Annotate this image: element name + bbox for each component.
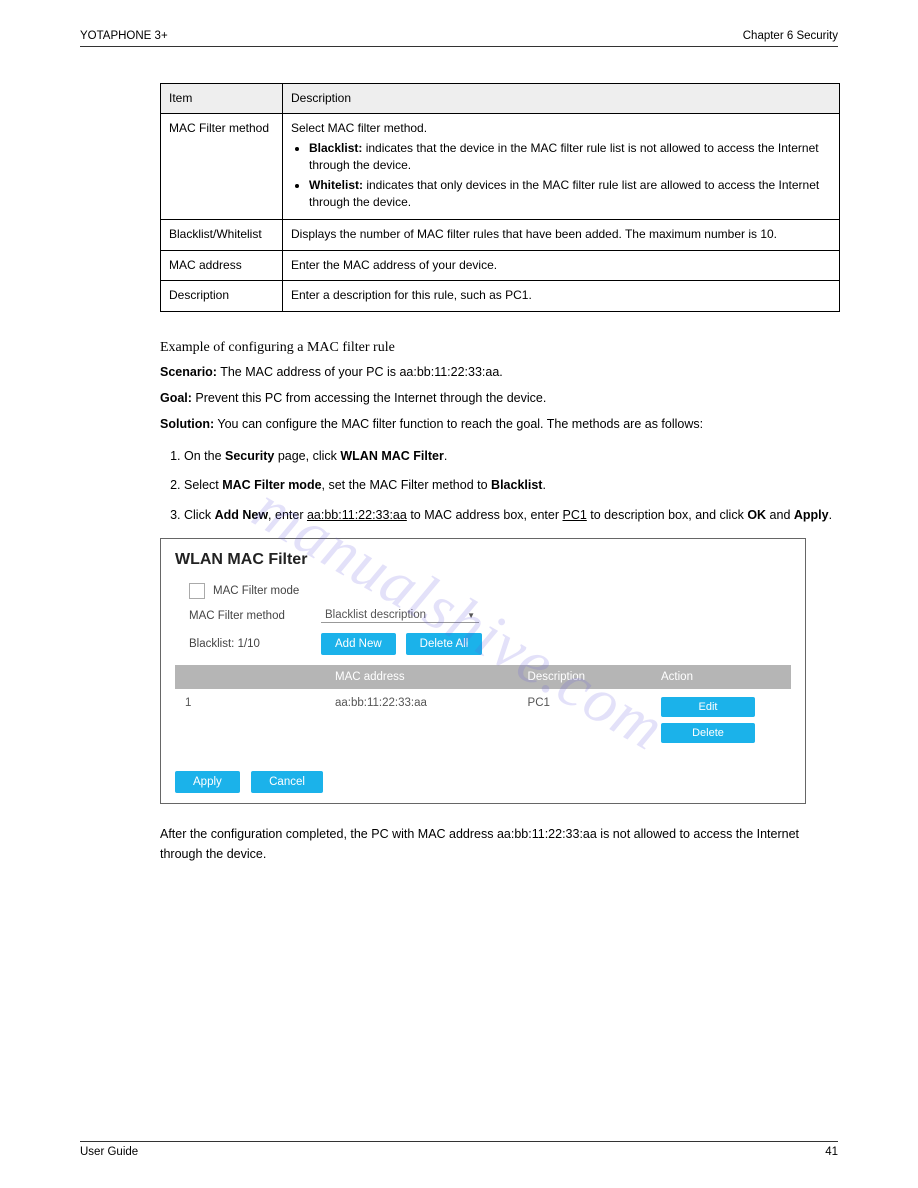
step-bold: Security (225, 449, 274, 463)
table-row: MAC Filter method Select MAC filter meth… (161, 114, 840, 220)
page-header: YOTAPHONE 3+ Chapter 6 Security (80, 30, 838, 47)
cancel-button[interactable]: Cancel (251, 771, 323, 793)
row-desc: Displays the number of MAC filter rules … (283, 220, 840, 250)
steps-list: On the Security page, click WLAN MAC Fil… (160, 446, 864, 526)
delete-all-button[interactable]: Delete All (406, 633, 483, 655)
goal-label: Goal: (160, 391, 192, 405)
th-action: Action (651, 665, 791, 689)
select-value: Blacklist description (325, 609, 426, 621)
panel-title: WLAN MAC Filter (175, 551, 791, 569)
th-mac: MAC address (325, 665, 518, 689)
footer-left: User Guide (80, 1146, 138, 1158)
step-text: . (829, 508, 832, 522)
step-text: Click (184, 508, 215, 522)
bullet-text: indicates that only devices in the MAC f… (309, 178, 819, 209)
step-text: , enter (268, 508, 307, 522)
parameter-table: Item Description MAC Filter method Selec… (160, 83, 840, 312)
example-heading: Example of configuring a MAC filter rule (160, 340, 838, 356)
mac-filter-list-table: MAC address Description Action 1 aa:bb:1… (175, 665, 791, 757)
mac-filter-mode-checkbox[interactable] (189, 583, 205, 599)
row-desc: Enter a description for this rule, such … (283, 281, 840, 311)
add-new-button[interactable]: Add New (321, 633, 396, 655)
step-item: On the Security page, click WLAN MAC Fil… (184, 446, 864, 467)
desc-intro: Select MAC filter method. (291, 120, 831, 137)
mac-filter-method-select[interactable]: Blacklist description ▼ (321, 609, 479, 623)
th-description: Description (283, 84, 840, 114)
blacklist-count-label: Blacklist: 1/10 (189, 638, 321, 650)
chevron-down-icon: ▼ (467, 611, 475, 620)
embedded-screenshot: WLAN MAC Filter MAC Filter mode MAC Filt… (160, 538, 806, 804)
row-desc: Select MAC filter method. Blacklist: ind… (283, 114, 840, 220)
scenario-label: Scenario: (160, 365, 217, 379)
step-bold: Blacklist (491, 478, 542, 492)
step-underline: aa:bb:11:22:33:aa (307, 508, 407, 522)
page-footer: User Guide 41 (80, 1141, 838, 1158)
goal-text: Prevent this PC from accessing the Inter… (192, 391, 546, 405)
step-text: Select (184, 478, 222, 492)
th-index (175, 665, 325, 689)
edit-button[interactable]: Edit (661, 697, 755, 717)
step-bold: Add New (215, 508, 268, 522)
delete-button[interactable]: Delete (661, 723, 755, 743)
bullet-text: indicates that the device in the MAC fil… (309, 141, 819, 172)
th-item: Item (161, 84, 283, 114)
header-right: Chapter 6 Security (743, 30, 838, 42)
step-bold: OK (747, 508, 766, 522)
step-text: On the (184, 449, 225, 463)
step-underline: PC1 (562, 508, 586, 522)
step-text: page, click (274, 449, 340, 463)
mac-filter-mode-label: MAC Filter mode (213, 585, 299, 597)
bullet-bold: Whitelist: (309, 178, 363, 192)
bullet-bold: Blacklist: (309, 141, 362, 155)
cell-index: 1 (175, 689, 325, 757)
table-row: Blacklist/Whitelist Displays the number … (161, 220, 840, 250)
th-desc: Description (518, 665, 651, 689)
step-text: . (444, 449, 447, 463)
row-desc: Enter the MAC address of your device. (283, 250, 840, 280)
row-label: MAC Filter method (161, 114, 283, 220)
row-label: Blacklist/Whitelist (161, 220, 283, 250)
step-item: Click Add New, enter aa:bb:11:22:33:aa t… (184, 505, 864, 526)
step-bold: WLAN MAC Filter (340, 449, 443, 463)
row-label: MAC address (161, 250, 283, 280)
footer-page-number: 41 (825, 1146, 838, 1158)
solution-label: Solution: (160, 417, 214, 431)
step-item: Select MAC Filter mode, set the MAC Filt… (184, 475, 864, 496)
step-bold: MAC Filter mode (222, 478, 321, 492)
solution-text: You can configure the MAC filter functio… (214, 417, 703, 431)
bullet: Whitelist: indicates that only devices i… (309, 177, 831, 212)
step-bold: Apply (794, 508, 829, 522)
result-paragraph: After the configuration completed, the P… (160, 824, 840, 864)
row-label: Description (161, 281, 283, 311)
apply-button[interactable]: Apply (175, 771, 240, 793)
list-row: 1 aa:bb:11:22:33:aa PC1 Edit Delete (175, 689, 791, 757)
step-text: and (766, 508, 794, 522)
step-text: . (542, 478, 545, 492)
step-text: , set the MAC Filter method to (322, 478, 492, 492)
bullet: Blacklist: indicates that the device in … (309, 140, 831, 175)
step-text: to description box, and click (587, 508, 748, 522)
header-left: YOTAPHONE 3+ (80, 30, 168, 42)
step-text: to MAC address box, enter (407, 508, 563, 522)
scenario-text: The MAC address of your PC is aa:bb:11:2… (217, 365, 503, 379)
table-row: MAC address Enter the MAC address of you… (161, 250, 840, 280)
table-row: Description Enter a description for this… (161, 281, 840, 311)
mac-filter-method-label: MAC Filter method (189, 610, 321, 622)
cell-mac: aa:bb:11:22:33:aa (325, 689, 518, 757)
cell-desc: PC1 (518, 689, 651, 757)
